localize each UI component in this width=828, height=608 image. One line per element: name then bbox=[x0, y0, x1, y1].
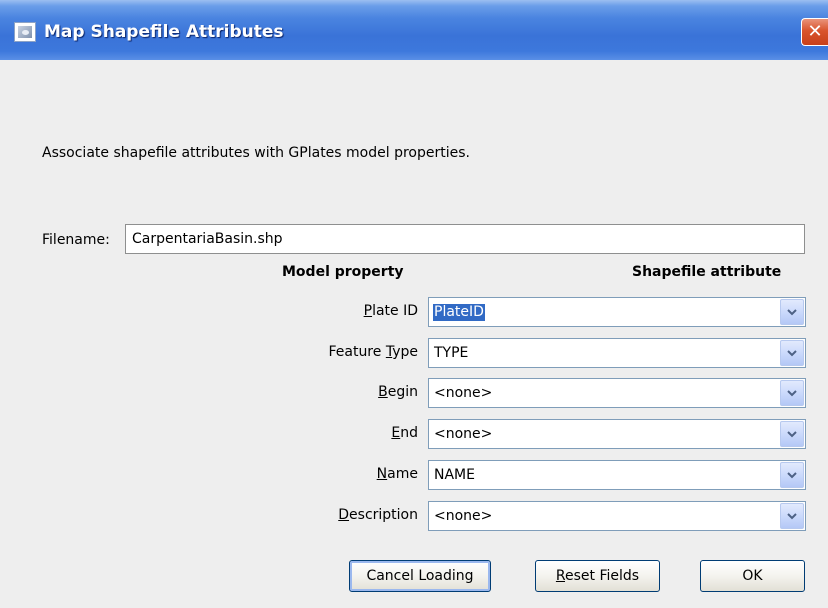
feature-type-label: Feature Type bbox=[328, 344, 418, 360]
chevron-down-icon[interactable] bbox=[780, 299, 804, 325]
chevron-down-icon[interactable] bbox=[780, 340, 804, 366]
name-dropdown[interactable]: NAME bbox=[428, 460, 806, 490]
close-button[interactable]: ✕ bbox=[801, 18, 828, 46]
name-label: Name bbox=[376, 466, 418, 482]
begin-value: <none> bbox=[434, 385, 493, 401]
description-text: Associate shapefile attributes with GPla… bbox=[42, 145, 470, 161]
plate-id-label: Plate ID bbox=[363, 303, 418, 319]
begin-dropdown[interactable]: <none> bbox=[428, 378, 806, 408]
filename-field[interactable]: CarpentariaBasin.shp bbox=[125, 224, 805, 254]
chevron-down-icon[interactable] bbox=[780, 503, 804, 529]
document-icon bbox=[14, 22, 36, 42]
reset-fields-button[interactable]: Reset Fields bbox=[535, 560, 660, 592]
filename-label: Filename: bbox=[42, 232, 110, 248]
end-value: <none> bbox=[434, 426, 493, 442]
chevron-down-icon[interactable] bbox=[780, 462, 804, 488]
chevron-down-icon[interactable] bbox=[780, 380, 804, 406]
name-value: NAME bbox=[434, 467, 475, 483]
model-property-header: Model property bbox=[282, 264, 404, 280]
cancel-loading-button[interactable]: Cancel Loading bbox=[349, 560, 491, 592]
begin-label: Begin bbox=[378, 384, 418, 400]
ok-button[interactable]: OK bbox=[700, 560, 805, 592]
plate-id-dropdown[interactable]: PlateID bbox=[428, 297, 806, 327]
chevron-down-icon[interactable] bbox=[780, 421, 804, 447]
feature-type-value: TYPE bbox=[434, 345, 469, 361]
feature-type-dropdown[interactable]: TYPE bbox=[428, 338, 806, 368]
end-dropdown[interactable]: <none> bbox=[428, 419, 806, 449]
end-label: End bbox=[391, 425, 418, 441]
description-dropdown[interactable]: <none> bbox=[428, 501, 806, 531]
title-bar[interactable]: Map Shapefile Attributes ✕ bbox=[0, 0, 828, 60]
window-title: Map Shapefile Attributes bbox=[44, 22, 284, 42]
description-label: Description bbox=[338, 507, 418, 523]
description-value: <none> bbox=[434, 508, 493, 524]
shapefile-attribute-header: Shapefile attribute bbox=[632, 264, 782, 280]
plate-id-value: PlateID bbox=[433, 304, 485, 321]
